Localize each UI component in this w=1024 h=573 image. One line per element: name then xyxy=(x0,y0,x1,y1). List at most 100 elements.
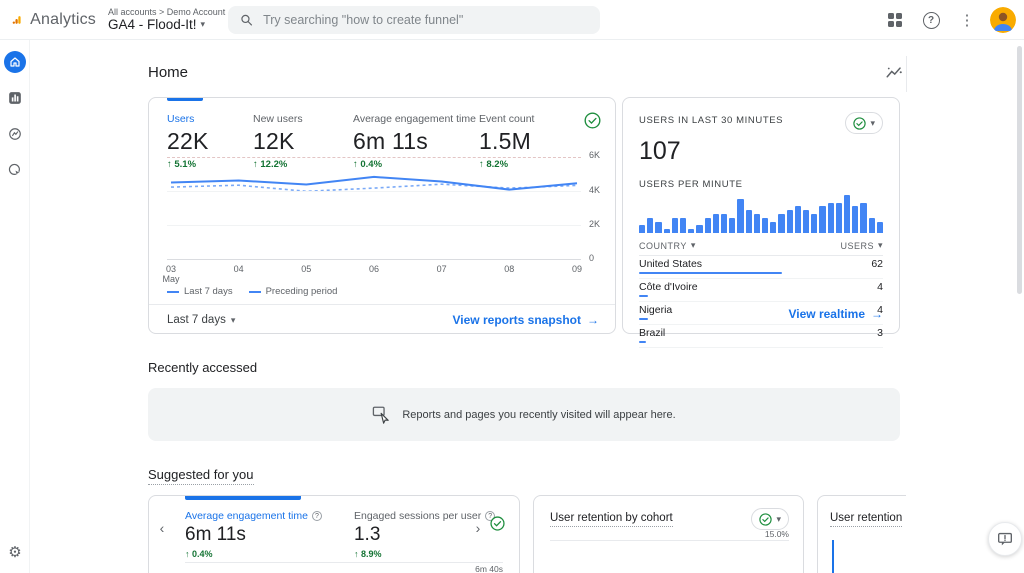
feedback-button[interactable] xyxy=(988,522,1022,556)
legend-solid-line-icon xyxy=(167,291,179,293)
minute-bar xyxy=(811,214,817,233)
more-menu-button[interactable]: ⋮ xyxy=(954,7,980,33)
gear-icon: ⚙ xyxy=(8,543,21,561)
realtime-status-dropdown[interactable]: ▾ xyxy=(845,112,883,134)
users-line-chart xyxy=(167,156,581,260)
country-column-header[interactable]: COUNTRY ▾ xyxy=(639,240,696,251)
minute-bar xyxy=(803,210,809,233)
metric-label: Users xyxy=(167,113,253,125)
users-per-minute-label: USERS PER MINUTE xyxy=(639,179,883,190)
country-row: Côte d'Ivoire4 xyxy=(639,279,883,302)
x-tick: 05 xyxy=(301,264,311,274)
app-header: Analytics All accounts > Demo Account GA… xyxy=(0,0,1024,40)
help-button[interactable]: ? xyxy=(918,7,944,33)
active-metric-indicator xyxy=(167,98,203,101)
nav-explore[interactable] xyxy=(0,120,30,148)
country-bar xyxy=(639,318,648,320)
avatar-image xyxy=(990,7,1016,33)
data-quality-check-icon[interactable] xyxy=(584,112,601,134)
home-icon xyxy=(9,56,21,68)
legend-label: Last 7 days xyxy=(184,286,233,297)
property-switcher[interactable]: GA4 - Flood-It! ▾ xyxy=(108,17,225,33)
check-circle-icon xyxy=(759,513,772,526)
chevron-right-icon: › xyxy=(476,520,481,536)
link-label: View reports snapshot xyxy=(453,313,581,327)
chevron-left-icon: ‹ xyxy=(160,520,165,536)
user-retention-cohort-card: User retention by cohort ▾ 15.0% xyxy=(533,495,804,573)
diagnostics-grid-button[interactable] xyxy=(882,7,908,33)
left-nav: ⚙ xyxy=(0,40,30,573)
minute-bar xyxy=(819,206,825,233)
minute-bar xyxy=(770,222,776,233)
arrow-right-icon: → xyxy=(871,307,883,321)
date-range-label: Last 7 days xyxy=(167,314,226,326)
page-title: Home xyxy=(148,64,188,81)
search-bar[interactable] xyxy=(228,6,600,34)
date-range-selector[interactable]: Last 7 days ▾ xyxy=(167,314,235,326)
metric-label: New users xyxy=(253,113,353,125)
minute-bar xyxy=(713,214,719,233)
caret-down-icon: ▾ xyxy=(691,240,696,251)
nav-advertising[interactable] xyxy=(0,156,30,184)
realtime-title: USERS IN LAST 30 MINUTES xyxy=(639,115,783,126)
view-reports-snapshot-link[interactable]: View reports snapshot → xyxy=(453,313,599,327)
analytics-logo[interactable]: Analytics xyxy=(0,10,96,30)
carousel-metric-avg-engagement[interactable]: Average engagement time ? 6m 11s ↑ 0.4% xyxy=(185,510,322,559)
view-realtime-link[interactable]: View realtime → xyxy=(789,307,884,321)
country-users: 62 xyxy=(871,258,883,270)
metric-value: 1.5M xyxy=(479,128,534,155)
minute-bar xyxy=(746,210,752,233)
card-title[interactable]: User retention by cohort xyxy=(550,512,673,527)
insights-rail-divider xyxy=(906,56,907,92)
minute-bar xyxy=(828,203,834,233)
search-icon xyxy=(240,13,253,27)
caret-down-icon: ▾ xyxy=(231,315,236,326)
card-title[interactable]: User retention xyxy=(830,512,902,527)
carousel-next-button[interactable]: › xyxy=(471,520,485,536)
breadcrumb[interactable]: All accounts > Demo Account xyxy=(108,7,225,17)
insights-button[interactable] xyxy=(882,61,906,85)
overview-metrics-card: Users 22K ↑ 5.1% New users 12K ↑ 12.2% A… xyxy=(148,97,616,334)
vertical-dots-icon: ⋮ xyxy=(960,11,975,29)
insights-sparkline-icon xyxy=(885,65,903,81)
page-scrollbar[interactable] xyxy=(1017,46,1022,294)
app-name: Analytics xyxy=(30,11,96,29)
y-tick: 4K xyxy=(589,185,613,195)
minute-bar xyxy=(778,214,784,233)
y-tick: 2K xyxy=(589,219,613,229)
empty-state-message: Reports and pages you recently visited w… xyxy=(402,409,675,421)
realtime-card: USERS IN LAST 30 MINUTES ▾ 107 USERS PER… xyxy=(622,97,900,334)
x-tick: 09 xyxy=(572,264,582,274)
grid-icon xyxy=(888,13,902,27)
search-input[interactable] xyxy=(263,13,588,27)
country-users: 4 xyxy=(877,281,883,293)
users-column-header[interactable]: USERS ▾ xyxy=(840,240,883,251)
country-bar xyxy=(639,295,648,297)
recently-accessed-empty-state: Reports and pages you recently visited w… xyxy=(148,388,900,441)
minute-bar xyxy=(869,218,875,233)
country-bar xyxy=(639,272,782,274)
card-status-dropdown[interactable]: ▾ xyxy=(751,508,789,530)
nav-reports[interactable] xyxy=(0,84,30,112)
nav-admin-gear[interactable]: ⚙ xyxy=(0,543,30,561)
carousel-prev-button[interactable]: ‹ xyxy=(155,520,169,536)
minute-bar xyxy=(729,218,735,233)
minute-bar xyxy=(696,225,702,233)
nav-home[interactable] xyxy=(0,48,30,76)
chart-axis-label: 15.0% xyxy=(765,529,789,539)
country-row: United States62 xyxy=(639,256,883,279)
minute-bar xyxy=(639,225,645,233)
country-bar xyxy=(639,341,646,343)
caret-down-icon: ▾ xyxy=(870,118,875,129)
bar-chart-icon xyxy=(8,91,22,105)
account-avatar[interactable] xyxy=(990,7,1016,33)
x-tick: 04 xyxy=(234,264,244,274)
suggested-heading-label[interactable]: Suggested for you xyxy=(148,467,254,485)
minute-bar xyxy=(647,218,653,233)
minute-bar xyxy=(705,218,711,233)
y-tick: 0 xyxy=(589,253,613,263)
metric-label: Event count xyxy=(479,113,534,125)
property-name: GA4 - Flood-It! xyxy=(108,17,197,33)
metric-value: 12K xyxy=(253,128,353,155)
x-tick: 03May xyxy=(162,264,179,284)
